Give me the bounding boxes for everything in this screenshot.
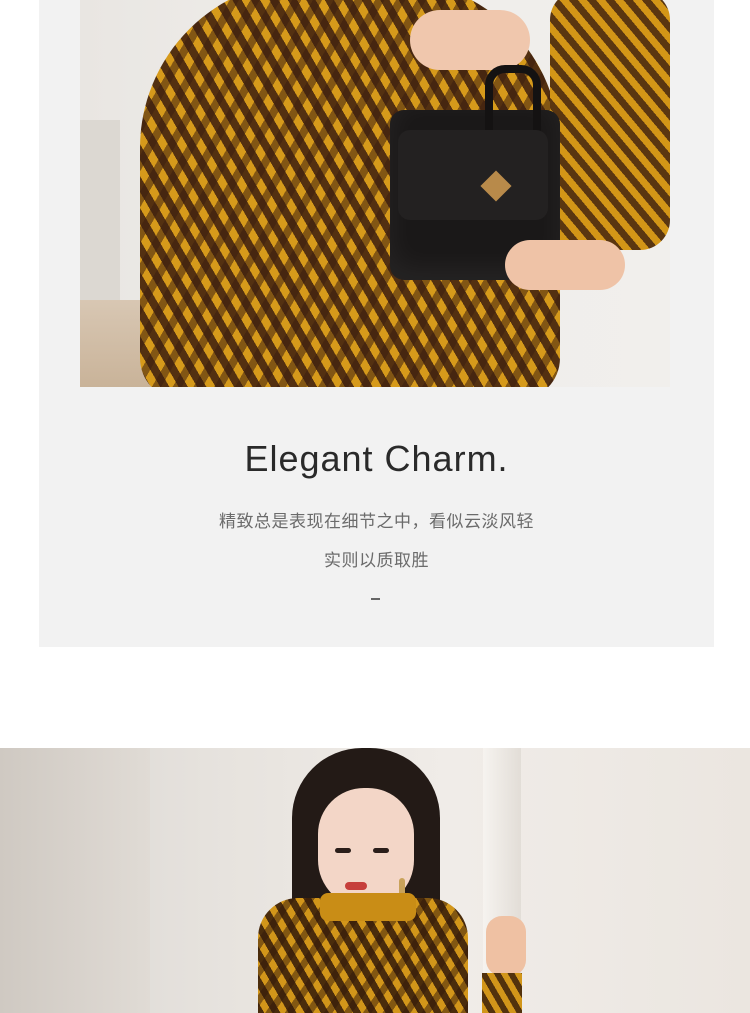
model-lips [345,882,367,890]
handbag-flap [398,130,548,220]
model-eye-right [373,848,389,853]
product-photo-bottom [0,748,750,1013]
background-wall-shadow [80,120,120,300]
model-raised-sleeve [482,973,522,1013]
background-wall-left [0,748,150,1013]
product-photo-top [80,0,670,387]
model-eye-left [335,848,351,853]
model-hand [410,10,530,70]
section-title: Elegant Charm. [244,438,509,479]
model-raised-hand [486,916,526,976]
model-hand-lower [505,240,625,290]
section-subtitle-line1: 精致总是表现在细节之中，看似云淡风轻 [219,512,534,532]
handbag-handle [485,65,541,133]
shirt-collar [320,893,416,921]
dress-sleeve [550,0,670,250]
section-divider [371,598,380,600]
section-subtitle-line2: 实则以质取胜 [324,551,429,571]
